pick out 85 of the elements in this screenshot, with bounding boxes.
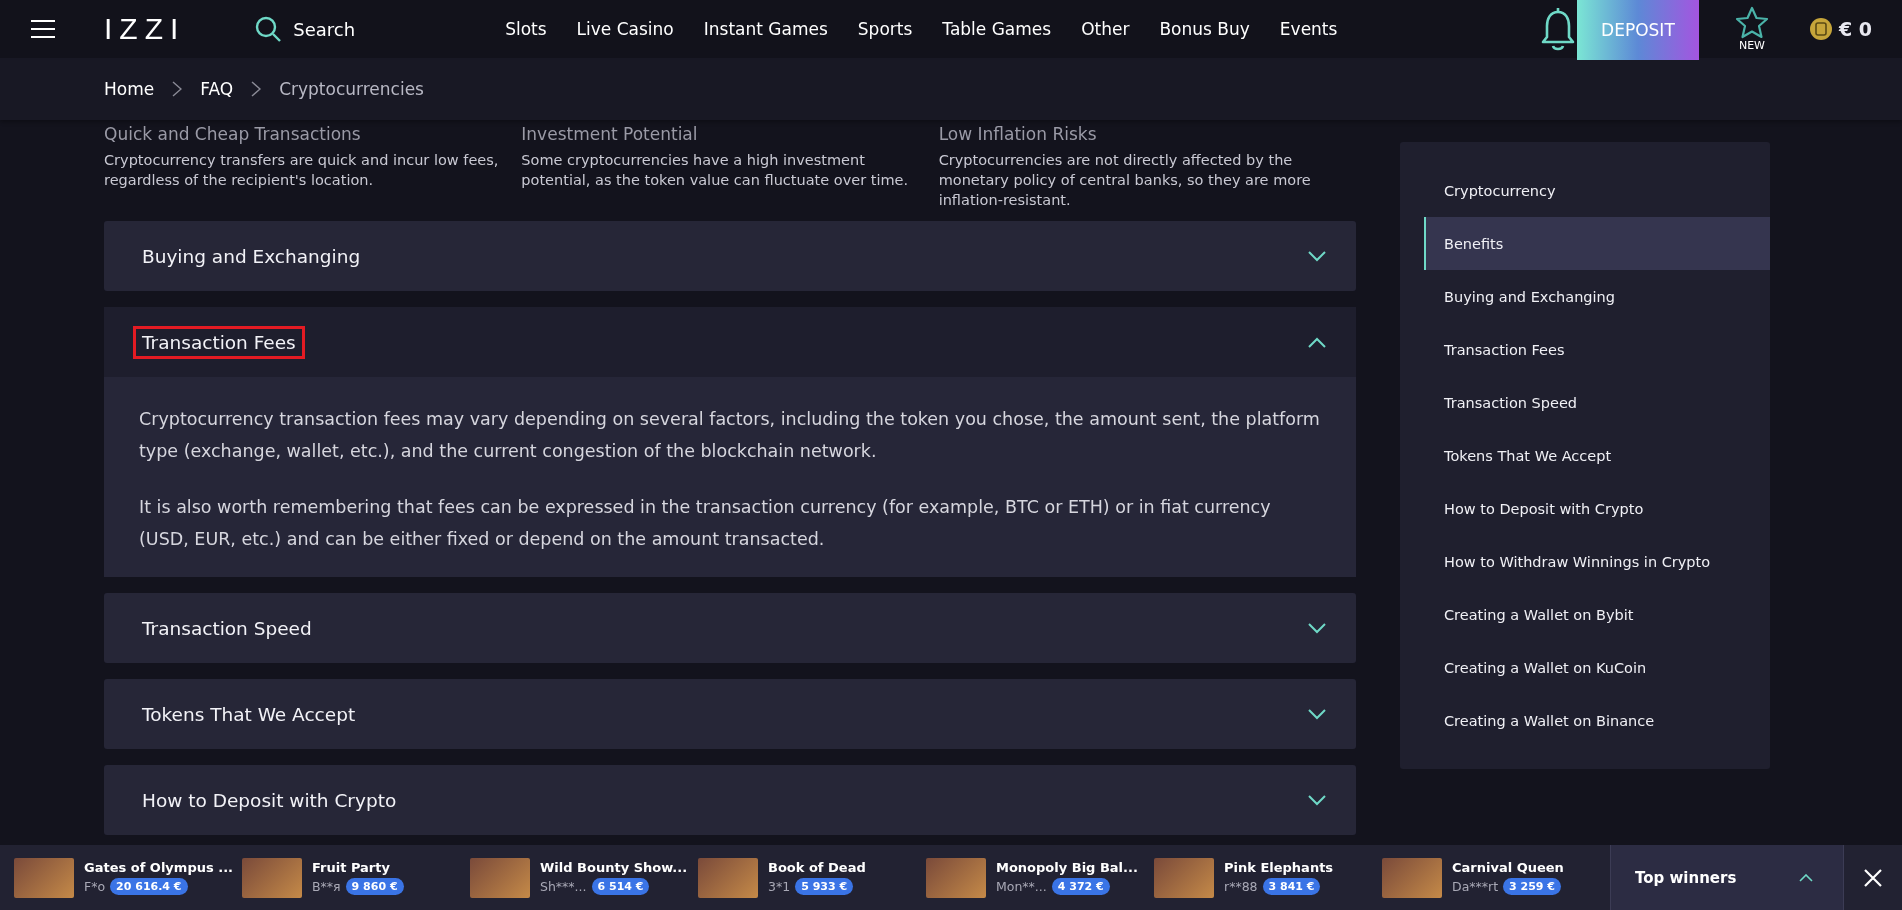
new-label: NEW (1738, 39, 1765, 52)
caret-icon (1308, 794, 1326, 806)
answer-text: It is also worth remembering that fees can be expressed in the transaction currency (for example, BTC or ETH) or in fiat currency (USD, EUR, etc.) and can be either fixed or depend on the amount transacted. (139, 496, 1272, 551)
top-winners-toggle[interactable]: Top winners (1610, 845, 1844, 910)
feature-title: Low Inflation Risks (938, 124, 1098, 144)
nav-link[interactable]: Live Casino (576, 19, 674, 39)
game-name[interactable]: Monopoly Big Bal... (996, 860, 1138, 875)
game-thumbnail[interactable] (1154, 857, 1214, 898)
win-amount: 3 841 € (1262, 878, 1321, 895)
accordion-header[interactable]: Tokens That We Accept (104, 679, 1356, 749)
game-thumbnail[interactable] (242, 857, 302, 898)
game-name[interactable]: Fruit Party (312, 860, 404, 875)
sidebar-item[interactable]: Creating a Wallet on KuCoin (1424, 641, 1770, 694)
search-button[interactable]: Search (255, 16, 356, 42)
winner-name: Mon**... (996, 879, 1047, 894)
chevron-icon (251, 81, 262, 97)
sidebar-item[interactable]: Transaction Speed (1424, 376, 1770, 429)
menu-icon[interactable] (30, 19, 56, 39)
win-amount: 4 372 € (1051, 878, 1110, 895)
win-amount: 20 616.4 € (110, 878, 188, 895)
caret-icon (1799, 873, 1814, 882)
caret-icon (1308, 336, 1326, 348)
nav-link[interactable]: Sports (857, 19, 913, 39)
accordion-header[interactable]: Transaction Fees (104, 307, 1356, 377)
win-amount: 5 933 € (795, 878, 854, 895)
feature-title: Quick and Cheap Transactions (104, 124, 362, 144)
nav-link[interactable]: Bonus Buy (1159, 19, 1250, 39)
winner-name: B**я (312, 879, 341, 894)
game-thumbnail[interactable] (926, 857, 986, 898)
sidebar-item[interactable]: How to Deposit with Crypto (1424, 482, 1770, 535)
winner-name: 3*1 (768, 879, 791, 894)
sidebar-item[interactable]: Transaction Fees (1424, 323, 1770, 376)
game-thumbnail[interactable] (14, 857, 74, 898)
game-name[interactable]: Pink Elephants (1224, 860, 1334, 875)
win-amount: 6 514 € (591, 878, 650, 895)
sidebar-item[interactable]: Creating a Wallet on Bybit (1424, 588, 1770, 641)
game-thumbnail[interactable] (470, 857, 530, 898)
game-name[interactable]: Carnival Queen (1452, 860, 1564, 875)
nav-link[interactable]: Table Games (942, 19, 1052, 39)
accordion-title: Buying and Exchanging (141, 244, 362, 269)
caret-icon (1308, 708, 1326, 720)
winner-name: r**88 (1224, 879, 1258, 894)
balance-amount[interactable]: € 0 (1838, 18, 1872, 40)
game-thumbnail[interactable] (1382, 857, 1442, 898)
nav-link[interactable]: Slots (505, 19, 547, 39)
feature-text: Some cryptocurrencies have a high investment potential, as the token value can fluctuate over time. (521, 151, 910, 190)
answer-text: Cryptocurrency transaction fees may vary depending on several factors, including the token you chose, the amount sent, the platform type (exchange, wallet, etc.), and the current congestion of the blockchain network. (139, 408, 1321, 463)
accordion-title: Tokens That We Accept (141, 702, 357, 727)
caret-icon (1308, 622, 1326, 634)
feature-title: Investment Potential (521, 124, 699, 144)
nav-link[interactable]: Other (1081, 19, 1130, 39)
caret-icon (1308, 250, 1326, 262)
game-name[interactable]: Gates of Olympus ... (84, 860, 234, 875)
winner-name: Da***rt (1452, 879, 1499, 894)
nav-link[interactable]: Events (1279, 19, 1338, 39)
close-icon (1863, 867, 1884, 888)
sidebar-item[interactable]: Benefits (1424, 217, 1770, 270)
feature-text: Cryptocurrencies are not directly affected by the monetary policy of central banks, so they are more inflation-resistant. (938, 151, 1312, 210)
chevron-icon (172, 81, 183, 97)
sidebar-item[interactable]: Creating a Wallet on Binance (1424, 694, 1770, 747)
search-icon (255, 16, 282, 42)
accordion-title: Transaction Speed (141, 616, 313, 641)
feature-text: Cryptocurrency transfers are quick and incur low fees, regardless of the recipient's location. (104, 151, 500, 190)
star-icon[interactable] (1734, 6, 1769, 39)
coin-icon (1808, 17, 1833, 41)
sidebar-item[interactable]: How to Withdraw Winnings in Crypto (1424, 535, 1770, 588)
logo[interactable]: IZZI (104, 12, 186, 46)
accordion-header[interactable]: How to Deposit with Crypto (104, 765, 1356, 835)
accordion-title: Transaction Fees (133, 325, 305, 359)
accordion-title: How to Deposit with Crypto (141, 788, 398, 813)
breadcrumb-link[interactable]: FAQ (200, 79, 234, 99)
sidebar-item[interactable]: Cryptocurrency (1424, 164, 1770, 217)
win-amount: 3 259 € (1503, 878, 1561, 895)
game-name[interactable]: Wild Bounty Show... (540, 860, 688, 875)
nav-link[interactable]: Instant Games (703, 19, 828, 39)
win-amount: 9 860 € (345, 878, 404, 895)
sidebar-item[interactable]: Buying and Exchanging (1424, 270, 1770, 323)
sidebar-item[interactable]: Tokens That We Accept (1424, 429, 1770, 482)
game-thumbnail[interactable] (698, 857, 758, 898)
accordion-header[interactable]: Buying and Exchanging (104, 221, 1356, 291)
game-name[interactable]: Book of Dead (768, 860, 866, 875)
winner-name: Sh***... (540, 879, 587, 894)
breadcrumb-link[interactable]: Home (104, 79, 155, 99)
accordion-header[interactable]: Transaction Speed (104, 593, 1356, 663)
winner-name: F*o (84, 879, 106, 894)
